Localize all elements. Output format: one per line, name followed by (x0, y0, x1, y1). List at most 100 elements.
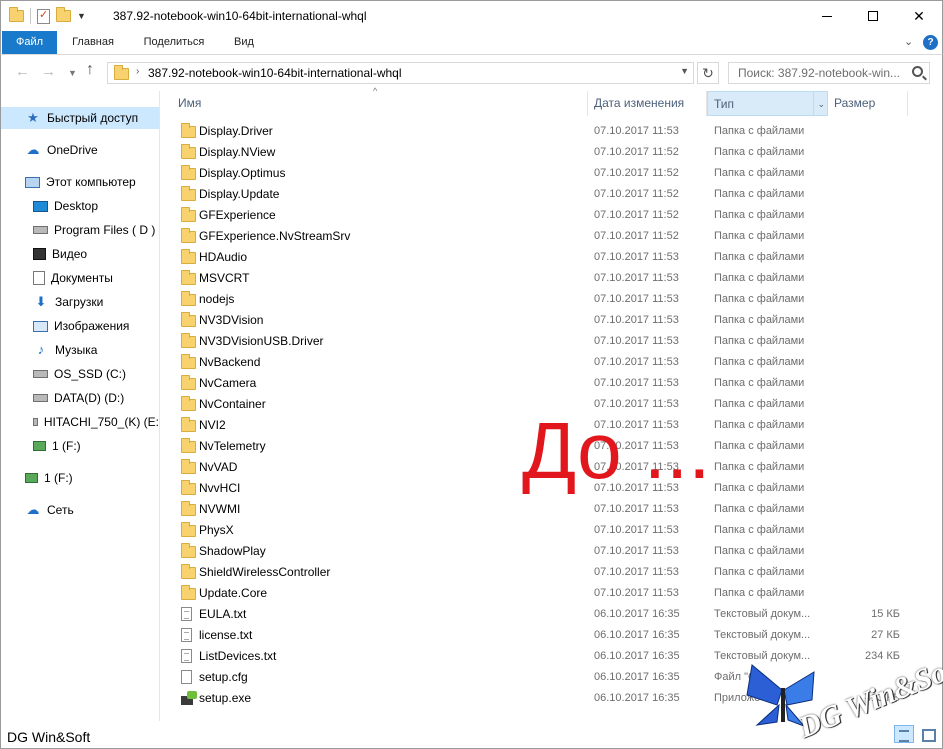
file-type: Папка с файлами (714, 440, 805, 452)
folder-icon (181, 396, 196, 414)
help-icon[interactable]: ? (923, 35, 938, 50)
overlay-caption: До ... (522, 406, 711, 495)
ribbon-tabs: Файл Главная Поделиться Вид ⌄ ? (0, 31, 943, 55)
file-date: 07.10.2017 11:53 (594, 587, 679, 599)
sidebar-item-program-files[interactable]: Program Files ( D ) (1, 219, 159, 241)
sidebar-item-label: HITACHI_750_(K) (E: (43, 415, 159, 429)
table-row[interactable]: setup.cfg 06.10.2017 16:35 Файл "C (172, 667, 912, 688)
tab-file[interactable]: Файл (2, 31, 57, 54)
column-header-size[interactable]: Размер (828, 91, 908, 116)
sidebar-item-quick-access[interactable]: ★ Быстрый доступ (1, 107, 159, 129)
file-date: 07.10.2017 11:52 (594, 230, 679, 242)
sidebar-item-onedrive[interactable]: ☁ OneDrive (1, 139, 159, 161)
sidebar-item-desktop[interactable]: Desktop (1, 195, 159, 217)
table-row[interactable]: ShieldWirelessController 07.10.2017 11:53… (172, 562, 912, 583)
tab-share[interactable]: Поделиться (129, 31, 219, 54)
chevron-down-icon[interactable]: ▼ (680, 66, 689, 76)
table-row[interactable]: Display.Optimus 07.10.2017 11:52 Папка с ф… (172, 163, 912, 184)
search-icon[interactable] (912, 66, 923, 77)
column-header-name[interactable]: Имя (172, 91, 588, 116)
sidebar-item-music[interactable]: ♪ Музыка (1, 339, 159, 361)
table-row[interactable]: NvBackend 07.10.2017 11:53 Папка с файлами (172, 352, 912, 373)
up-button[interactable]: ↑ (86, 61, 94, 79)
table-row[interactable]: PhysX 07.10.2017 11:53 Папка с файлами (172, 520, 912, 541)
column-header-date[interactable]: Дата изменения (588, 91, 707, 116)
file-date: 07.10.2017 11:53 (594, 125, 679, 137)
table-row[interactable]: MSVCRT 07.10.2017 11:53 Папка с файлами (172, 268, 912, 289)
file-name: Display.Update (199, 187, 280, 201)
file-date: 06.10.2017 16:35 (594, 692, 680, 704)
search-input[interactable]: Поиск: 387.92-notebook-win... (728, 62, 930, 84)
table-row[interactable]: Display.NView 07.10.2017 11:52 Папка с фай… (172, 142, 912, 163)
table-row[interactable]: NV3DVisionUSB.Driver 07.10.2017 11:53 Папк… (172, 331, 912, 352)
forward-button[interactable]: → (41, 63, 56, 80)
table-row[interactable]: nodejs 07.10.2017 11:53 Папка с файлами (172, 289, 912, 310)
table-row[interactable]: ShadowPlay 07.10.2017 11:53 Папка с файлам… (172, 541, 912, 562)
table-row[interactable]: HDAudio 07.10.2017 11:53 Папка с файлами (172, 247, 912, 268)
table-row[interactable]: Display.Driver 07.10.2017 11:53 Папка с фа… (172, 121, 912, 142)
sidebar-item-hitachi[interactable]: HITACHI_750_(K) (E: (1, 411, 159, 433)
tab-home[interactable]: Главная (57, 31, 129, 54)
customize-toolbar-icon[interactable]: ▼ (77, 11, 86, 21)
file-list: ^ Имя Дата изменения Тип ⌄ Размер Displa… (160, 86, 943, 721)
text-file-icon (181, 628, 192, 647)
table-row[interactable]: setup.exe 06.10.2017 16:35 Приложе 413 КБ (172, 688, 912, 709)
refresh-button[interactable]: ↻ (697, 62, 719, 84)
sidebar-item-downloads[interactable]: ⬇ Загрузки (1, 291, 159, 313)
file-date: 07.10.2017 11:53 (594, 272, 679, 284)
sidebar-item-this-pc[interactable]: Этот компьютер (1, 171, 159, 193)
back-button[interactable]: ← (15, 63, 30, 80)
table-row[interactable]: ListDevices.txt 06.10.2017 16:35 Текстовый… (172, 646, 912, 667)
file-name: NvBackend (199, 355, 261, 369)
recent-locations-icon[interactable]: ▼ (68, 68, 77, 78)
file-date: 07.10.2017 11:53 (594, 251, 679, 263)
sidebar-item-usb-f-root[interactable]: 1 (F:) (1, 467, 159, 489)
file-name: ShadowPlay (199, 544, 266, 558)
sidebar-item-os-ssd[interactable]: OS_SSD (C:) (1, 363, 159, 385)
details-view-button[interactable] (894, 725, 914, 743)
sidebar-item-data[interactable]: DATA(D) (D:) (1, 387, 159, 409)
table-row[interactable]: NvCamera 07.10.2017 11:53 Папка с файлами (172, 373, 912, 394)
sidebar-item-documents[interactable]: Документы (1, 267, 159, 289)
minimize-button[interactable] (804, 1, 850, 31)
file-name: ListDevices.txt (199, 649, 277, 663)
table-row[interactable]: license.txt 06.10.2017 16:35 Текстовый док… (172, 625, 912, 646)
file-size: 234 КБ (864, 650, 900, 662)
sidebar-item-label: Изображения (54, 319, 130, 333)
maximize-button[interactable] (850, 1, 896, 31)
chevron-down-icon[interactable]: ⌄ (813, 92, 825, 116)
new-folder-icon[interactable] (56, 7, 71, 22)
large-icons-view-button[interactable] (918, 725, 938, 743)
table-row[interactable]: NVWMI 07.10.2017 11:53 Папка с файлами (172, 499, 912, 520)
tab-view[interactable]: Вид (219, 31, 269, 54)
expand-ribbon-icon[interactable]: ⌄ (904, 35, 913, 48)
close-button[interactable]: ✕ (896, 1, 942, 31)
file-date: 07.10.2017 11:53 (594, 566, 679, 578)
sidebar-item-label: OS_SSD (C:) (54, 367, 127, 381)
table-row[interactable]: Update.Core 07.10.2017 11:53 Папка с файла… (172, 583, 912, 604)
address-bar[interactable]: › 387.92-notebook-win10-64bit-internatio… (107, 62, 694, 84)
sidebar-item-usb-f[interactable]: 1 (F:) (1, 435, 159, 457)
address-path[interactable]: 387.92-notebook-win10-64bit-internationa… (148, 66, 402, 80)
sidebar-item-pictures[interactable]: Изображения (1, 315, 159, 337)
status-bar: DG Win&Soft (0, 721, 943, 749)
table-row[interactable]: EULA.txt 06.10.2017 16:35 Текстовый докум.… (172, 604, 912, 625)
file-name: nodejs (199, 292, 235, 306)
table-row[interactable]: GFExperience.NvStreamSrv 07.10.2017 11:52… (172, 226, 912, 247)
properties-icon[interactable] (37, 8, 50, 24)
video-icon (33, 248, 46, 260)
column-header-type[interactable]: Тип ⌄ (707, 91, 828, 116)
sidebar-item-label: DATA(D) (D:) (54, 391, 125, 405)
application-icon (181, 691, 197, 710)
text-file-icon (181, 607, 192, 626)
sidebar-item-network[interactable]: ☁ Сеть (1, 499, 159, 521)
table-row[interactable]: NV3DVision 07.10.2017 11:53 Папка с файлам… (172, 310, 912, 331)
sidebar-item-videos[interactable]: Видео (1, 243, 159, 265)
usb-drive-icon (33, 441, 46, 451)
file-type: Папка с файлами (714, 314, 805, 326)
chevron-right-icon[interactable]: › (136, 66, 139, 77)
table-row[interactable]: Display.Update 07.10.2017 11:52 Папка с фа… (172, 184, 912, 205)
file-date: 06.10.2017 16:35 (594, 671, 680, 683)
file-type: Текстовый докум... (714, 608, 811, 620)
table-row[interactable]: GFExperience 07.10.2017 11:52 Папка с файл… (172, 205, 912, 226)
